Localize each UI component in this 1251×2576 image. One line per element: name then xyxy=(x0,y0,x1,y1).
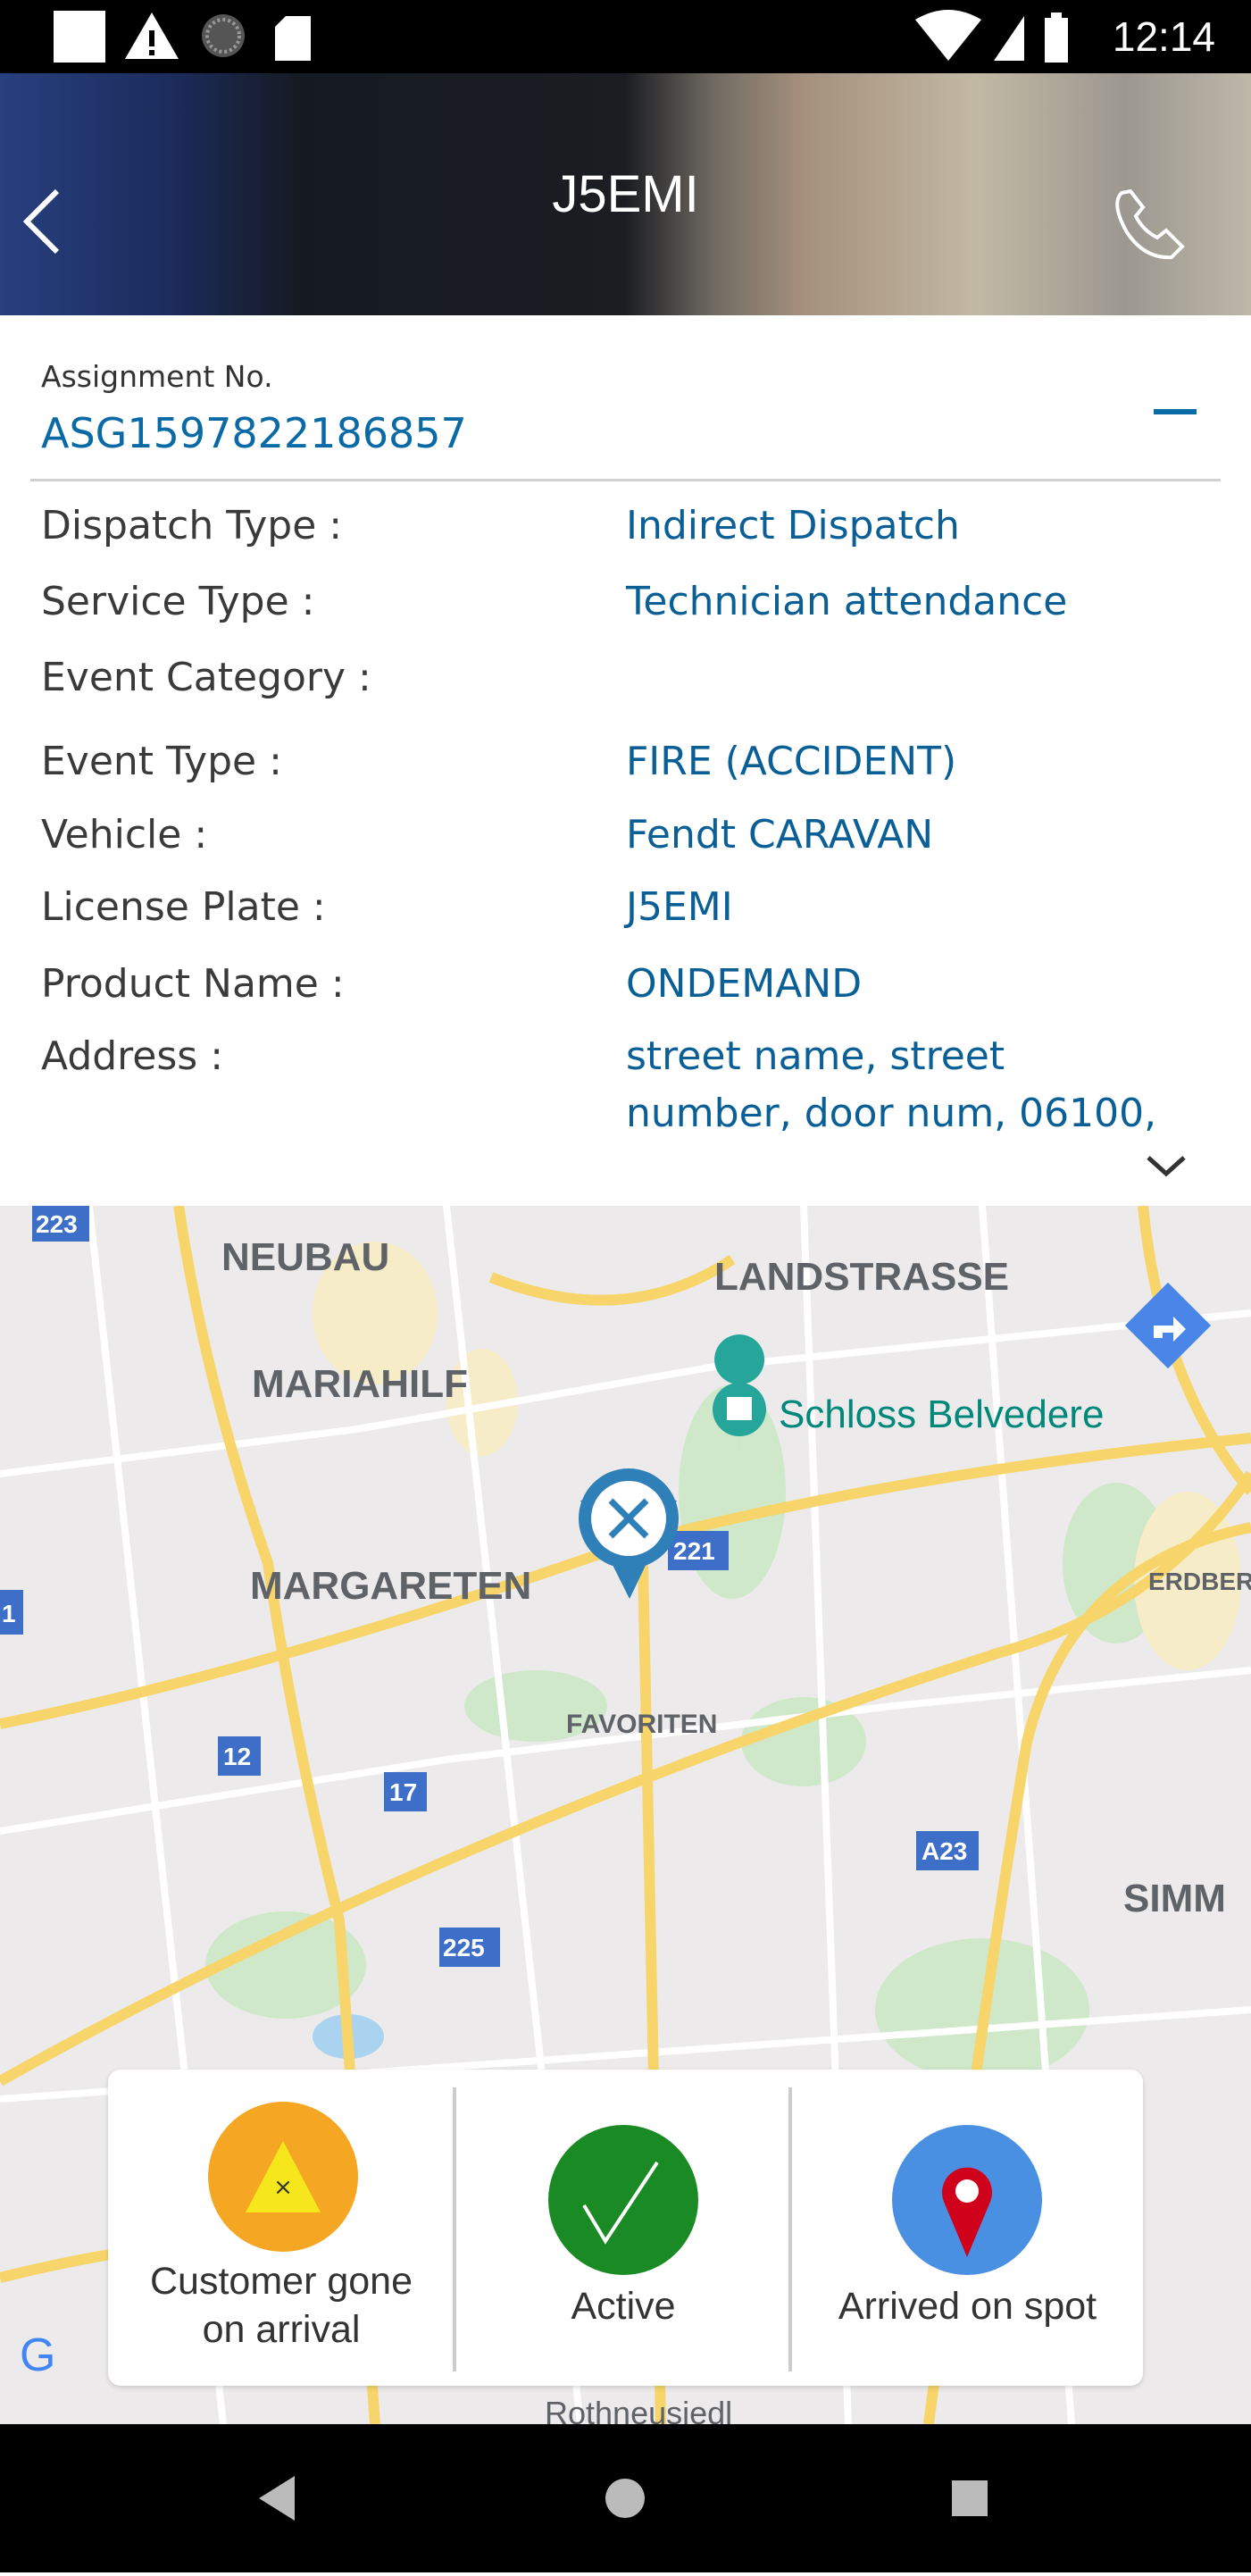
page-title: J5EMI xyxy=(552,165,699,223)
nav-recents-button[interactable] xyxy=(952,2480,988,2516)
detail-label: License Plate : xyxy=(41,884,326,930)
status-bar: 12:14 xyxy=(0,0,1251,73)
detail-label: Event Category : xyxy=(41,655,371,700)
map-label: MARIAHILF xyxy=(252,1362,468,1406)
google-logo: G xyxy=(20,2329,55,2381)
nav-back-button[interactable] xyxy=(259,2476,295,2521)
details-list[interactable]: Dispatch Type : Indirect Dispatch Service… xyxy=(0,487,1251,1132)
detail-row: Event Category : xyxy=(41,655,1220,700)
detail-value: Indirect Dispatch xyxy=(626,503,960,548)
detail-value: Fendt CARAVAN xyxy=(626,812,934,857)
detail-row: License Plate : J5EMI xyxy=(41,884,1220,930)
detail-row: Event Type : FIRE (ACCIDENT) xyxy=(41,739,1220,784)
technician-location-marker[interactable] xyxy=(579,1468,679,1599)
detail-row: Product Name : ONDEMAND xyxy=(41,961,1220,1007)
collapse-icon[interactable] xyxy=(1154,409,1197,414)
action-label: Active xyxy=(571,2285,676,2328)
road-shield: 221 xyxy=(673,1537,715,1565)
svg-text:×: × xyxy=(273,2174,293,2201)
road-shield: 12 xyxy=(223,1743,251,1770)
divider xyxy=(30,479,1221,481)
map-label: NEUBAU xyxy=(221,1235,389,1279)
nav-home-button[interactable] xyxy=(605,2479,645,2518)
action-label: Customer gone xyxy=(150,2260,413,2303)
map-label: LANDSTRASSE xyxy=(714,1255,1009,1299)
detail-value: ONDEMAND xyxy=(626,961,863,1007)
customer-gone-button[interactable]: × Customer gone on arrival xyxy=(108,2070,455,2386)
header: J5EMI xyxy=(0,73,1251,315)
arrived-on-spot-button[interactable]: Arrived on spot xyxy=(792,2070,1143,2386)
map-label: SIMM xyxy=(1123,1877,1226,1920)
road-shield: 223 xyxy=(36,1210,78,1238)
detail-row: Vehicle : Fendt CARAVAN xyxy=(41,812,1220,857)
road-shield: 225 xyxy=(443,1934,485,1961)
directions-icon[interactable] xyxy=(1124,1282,1212,1369)
warning-icon: × xyxy=(208,2102,358,2252)
poi-label: Schloss Belvedere xyxy=(779,1393,1104,1436)
detail-value: J5EMI xyxy=(626,884,733,930)
clock: 12:14 xyxy=(1112,13,1215,60)
chevron-down-icon[interactable] xyxy=(1145,1152,1188,1179)
check-icon xyxy=(548,2125,698,2275)
navigation-bar xyxy=(0,2424,1251,2572)
active-button[interactable]: Active xyxy=(456,2070,790,2386)
action-label: Arrived on spot xyxy=(838,2285,1097,2328)
location-pin-icon xyxy=(892,2125,1042,2275)
detail-label: Address : xyxy=(41,1033,224,1079)
road-shield: 1 xyxy=(2,1600,16,1627)
notification-icons xyxy=(54,11,311,63)
detail-label: Event Type : xyxy=(41,739,282,784)
back-button[interactable] xyxy=(20,186,64,257)
detail-value: FIRE (ACCIDENT) xyxy=(626,739,957,784)
detail-label: Product Name : xyxy=(41,961,345,1007)
detail-value: street name, street xyxy=(626,1033,1005,1079)
road-shield: 17 xyxy=(389,1778,417,1806)
detail-row: Address : street name, street xyxy=(41,1033,1220,1079)
map-label: MARGARETEN xyxy=(250,1564,531,1608)
action-label: on arrival xyxy=(202,2308,361,2351)
map-label: Rothneusiedl xyxy=(545,2395,732,2424)
system-icons xyxy=(915,10,1068,63)
detail-label: Dispatch Type : xyxy=(41,503,343,548)
road-shield: A23 xyxy=(922,1837,967,1865)
detail-value: Technician attendance xyxy=(626,579,1068,624)
map-label: ERDBER xyxy=(1148,1568,1251,1595)
assignment-label: Assignment No. xyxy=(41,359,273,394)
map-label: FAVORITEN xyxy=(566,1710,717,1739)
detail-row: Service Type : Technician attendance xyxy=(41,579,1220,624)
detail-value: number, door num, 06100, xyxy=(626,1091,1157,1132)
detail-label: Service Type : xyxy=(41,579,315,624)
assignment-number: ASG1597822186857 xyxy=(41,409,467,457)
status-actions-card: × Customer gone on arrival Active Arrive… xyxy=(108,2070,1143,2386)
phone-icon[interactable] xyxy=(1109,186,1189,266)
detail-label: Vehicle : xyxy=(41,812,208,857)
detail-row: Dispatch Type : Indirect Dispatch xyxy=(41,503,1220,548)
